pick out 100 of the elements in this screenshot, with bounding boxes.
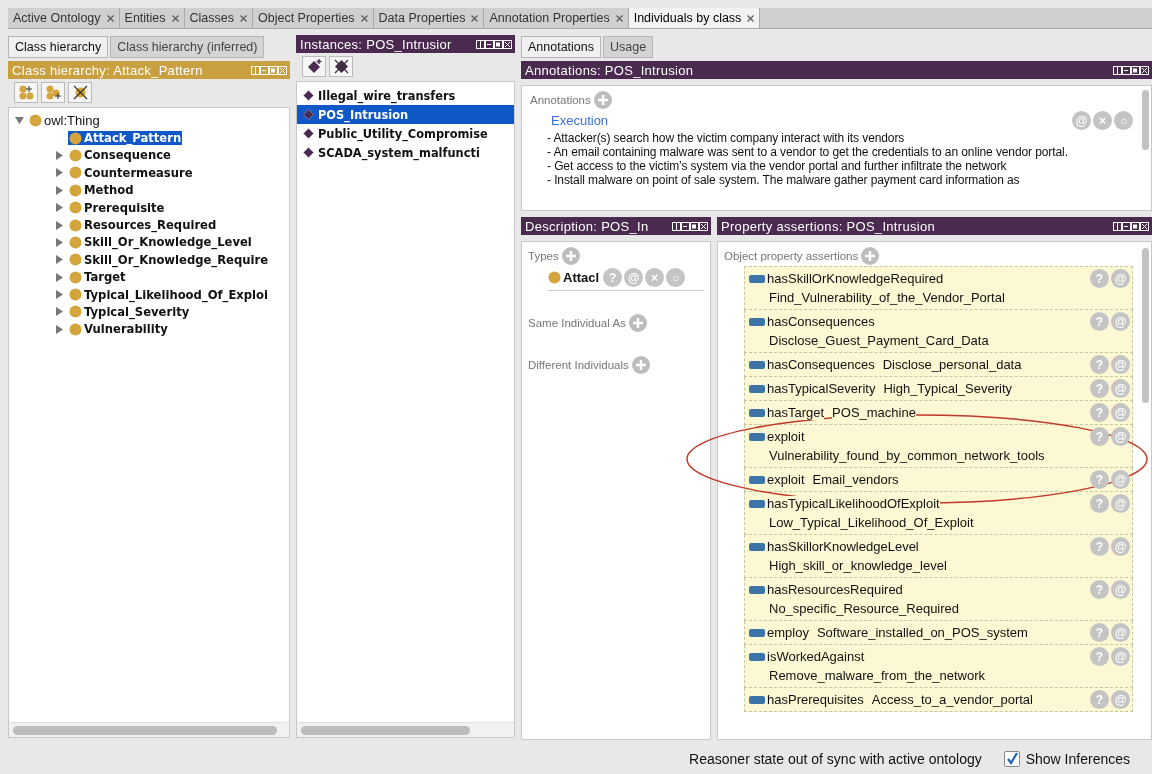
disclosure-icon[interactable] <box>55 150 64 160</box>
tab-label: Active Ontology <box>13 11 101 25</box>
property-value: Email_vendors <box>812 472 899 487</box>
scroll-thumb[interactable] <box>301 725 470 735</box>
tree-item[interactable]: Vulnerability <box>68 322 169 337</box>
close-icon <box>106 14 114 22</box>
object-property-icon <box>749 360 765 369</box>
annotation-property[interactable]: Execution <box>551 113 609 128</box>
class-icon <box>69 148 82 162</box>
object-property-icon <box>749 317 765 326</box>
tab[interactable]: Annotations <box>521 36 602 58</box>
toolbar-button[interactable] <box>302 56 326 77</box>
tab-label: Annotation Properties <box>489 11 610 25</box>
add-icon <box>631 356 650 374</box>
property-name: hasTypicalSeverity <box>767 381 876 396</box>
tree-item[interactable]: Skill_Or_Knowledge_Level <box>68 235 253 250</box>
section-label: Same Individual As <box>528 317 626 329</box>
disclosure-icon[interactable] <box>55 185 64 195</box>
toolbar-button[interactable] <box>68 82 92 103</box>
tree-item[interactable]: Countermeasure <box>68 165 194 180</box>
class-icon <box>69 131 82 145</box>
property-name: isWorkedAgainst <box>767 649 865 664</box>
disclosure-icon[interactable] <box>55 168 64 178</box>
tab[interactable]: Usage <box>603 36 654 58</box>
add-subclass-icon <box>17 84 35 101</box>
checkmark-icon <box>1004 752 1019 766</box>
class-icon <box>69 270 82 284</box>
tab[interactable]: Data Properties <box>373 8 485 28</box>
disclosure-icon[interactable] <box>55 307 64 317</box>
property-value: Remove_malware_from_the_network <box>769 668 986 683</box>
disclosure-icon[interactable] <box>55 290 64 300</box>
tab[interactable]: Entities <box>119 8 185 28</box>
annotation-text: - Get access to the victim’s system via the vendor portal and further infiltrate the network <box>546 159 1008 173</box>
disclosure-icon[interactable] <box>15 116 24 126</box>
instance-item[interactable]: POS_Intrusion <box>297 105 514 124</box>
scroll-thumb[interactable] <box>1142 248 1149 403</box>
panel-title: Property assertions: POS_Intrusion <box>721 218 935 234</box>
class-icon <box>69 166 82 180</box>
tab[interactable]: Annotation Properties <box>484 8 629 28</box>
tree-item[interactable]: Skill_Or_Knowledge_Require <box>68 252 270 267</box>
disclosure-icon[interactable] <box>55 255 64 265</box>
object-property-icon <box>749 384 765 393</box>
panel-title: Description: POS_In <box>525 218 649 234</box>
toolbar-button[interactable] <box>329 56 353 77</box>
disclosure-icon[interactable] <box>55 220 64 230</box>
instance-item[interactable]: Illegal_wire_transfers <box>297 86 514 105</box>
object-property-icon <box>749 408 765 417</box>
tree-item[interactable]: Typical_Likelihood_Of_Exploi <box>68 287 269 302</box>
disclosure-icon[interactable] <box>55 324 64 334</box>
tab[interactable]: Active Ontology <box>8 8 120 28</box>
tab[interactable]: Individuals by class <box>628 8 761 28</box>
instance-item[interactable]: SCADA_system_malfuncti <box>297 143 514 162</box>
add-icon <box>593 91 612 109</box>
annotation-text: - Install malware on point of sale system. The malware gather payment card information as <box>546 173 1021 187</box>
tree-item[interactable]: owl:Thing <box>28 113 101 129</box>
tree-item[interactable]: Consequence <box>68 148 172 163</box>
tree-item[interactable]: Attack_Pattern <box>68 131 183 146</box>
object-property-icon <box>749 274 765 283</box>
property-name: hasResourcesRequired <box>767 582 903 597</box>
class-icon <box>69 235 82 249</box>
instance-item[interactable]: Public_Utility_Compromise <box>297 124 514 143</box>
type-label[interactable]: Attacl <box>563 270 600 285</box>
property-name: employ <box>767 625 809 640</box>
delete-class-icon <box>71 84 89 101</box>
tree-item[interactable]: Method <box>68 183 135 198</box>
panel-title: Annotations: POS_Intrusion <box>525 62 694 78</box>
tab[interactable]: Class hierarchy (inferred) <box>110 36 265 58</box>
close-icon <box>360 14 368 22</box>
scroll-thumb[interactable] <box>1142 90 1149 150</box>
property-value: Low_Typical_Likelihood_Of_Exploit <box>769 515 974 530</box>
tree-item[interactable]: Typical_Severity <box>68 305 191 319</box>
class-icon <box>69 218 82 232</box>
individual-icon <box>303 147 314 158</box>
tree-item[interactable]: Resources_Required <box>68 218 218 233</box>
tab-label: Object Properties <box>258 11 355 25</box>
tree-item[interactable]: Target <box>68 270 127 285</box>
object-property-icon <box>749 628 765 637</box>
property-value: Software_installed_on_POS_system <box>816 625 1028 640</box>
close-icon <box>747 14 755 22</box>
property-name: hasConsequences <box>767 357 875 372</box>
section-label: Object property assertions <box>724 250 859 262</box>
show-inferences-checkbox[interactable]: Show Inferences <box>1003 751 1130 767</box>
tab[interactable]: Classes <box>184 8 253 28</box>
panel-title: Instances: POS_Intrusior <box>300 36 452 52</box>
tab[interactable]: Class hierarchy <box>8 36 109 58</box>
tree-item[interactable]: Prerequisite <box>68 200 166 215</box>
object-property-icon <box>749 475 765 484</box>
close-icon <box>615 14 623 22</box>
tab-label: Classes <box>189 11 234 25</box>
property-value: Vulnerability_found_by_common_network_tools <box>769 448 1045 463</box>
disclosure-icon[interactable] <box>55 237 64 247</box>
individual-icon <box>303 128 314 139</box>
disclosure-icon[interactable] <box>55 203 64 213</box>
close-icon <box>471 14 479 22</box>
disclosure-icon[interactable] <box>55 272 64 282</box>
tab-label: Entities <box>124 11 166 25</box>
section-label: Annotations <box>530 94 591 106</box>
scroll-thumb[interactable] <box>13 725 277 735</box>
tab[interactable]: Object Properties <box>253 8 374 28</box>
class-icon <box>548 271 561 284</box>
